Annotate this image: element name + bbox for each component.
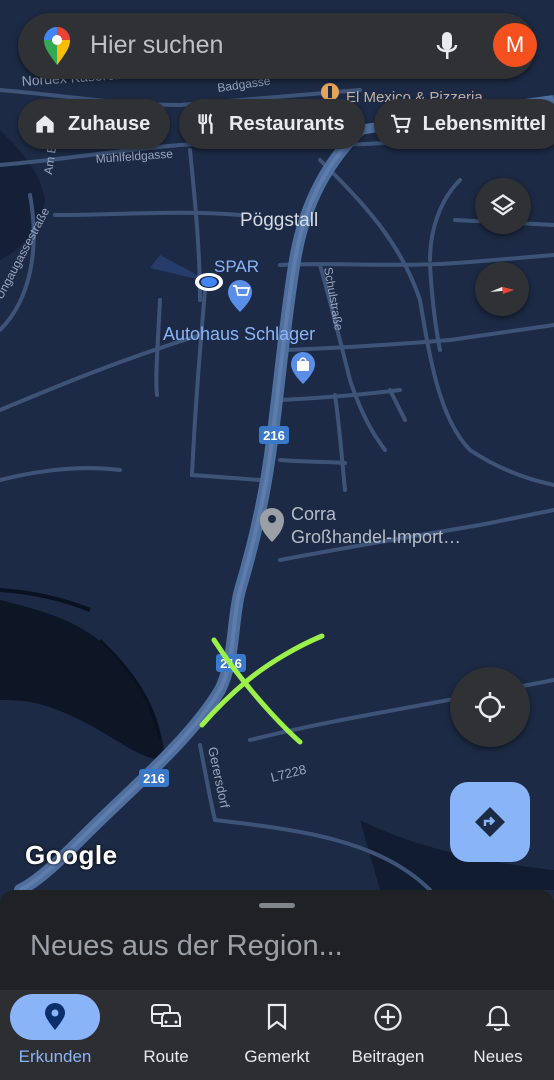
chip-lebensmittel[interactable]: Lebensmittel (374, 99, 554, 149)
layers-button[interactable] (475, 178, 531, 234)
chip-label: Zuhause (68, 112, 151, 135)
shopping-bag-pin-icon[interactable] (291, 352, 315, 384)
street-label-schulstrasse: Schulstraße (321, 266, 346, 332)
road-badge-216: 216 (139, 769, 169, 787)
home-icon (36, 115, 54, 133)
bell-icon (485, 1005, 511, 1031)
search-input[interactable]: Hier suchen (90, 31, 223, 60)
restaurant-icon (198, 113, 213, 134)
microphone-icon[interactable] (432, 29, 462, 63)
google-maps-logo-icon (44, 27, 70, 65)
place-label-corra-line1: Corra (291, 504, 337, 524)
chip-label: Lebensmittel (422, 112, 546, 135)
street-label-l7228: L7228 (269, 762, 308, 785)
chip-label: Restaurants (229, 112, 345, 135)
directions-button[interactable] (450, 782, 530, 862)
nav-beitragen[interactable]: Beitragen (333, 990, 443, 1080)
sheet-title: Neues aus der Region... (30, 930, 343, 962)
nav-label: Neues (473, 1047, 523, 1066)
place-label-corra[interactable]: Corra Großhandel-Import… (291, 503, 461, 549)
svg-text:216: 216 (263, 428, 285, 443)
google-attribution: Google (25, 840, 118, 870)
nav-label: Erkunden (18, 1047, 92, 1066)
chip-restaurants[interactable]: Restaurants (179, 99, 365, 149)
nav-label: Route (143, 1047, 189, 1066)
nav-label: Gemerkt (244, 1047, 310, 1066)
svg-text:216: 216 (143, 771, 165, 786)
place-label-corra-line2: Großhandel-Import… (291, 527, 462, 547)
crosshair-icon (475, 692, 505, 722)
layers-icon (490, 194, 516, 216)
nav-route[interactable]: Route (111, 990, 221, 1080)
nav-gemerkt[interactable]: Gemerkt (222, 990, 332, 1080)
place-label-spar[interactable]: SPAR (214, 257, 259, 277)
my-location-icon (150, 255, 223, 291)
street-label-muehlfeldgasse: Mühlfeldgasse (95, 147, 173, 166)
commute-icon (151, 1004, 181, 1027)
bottom-navigation: Erkunden Route Gemerkt Beitragen Neues (0, 990, 554, 1080)
place-label-autohaus[interactable]: Autohaus Schlager (163, 324, 315, 345)
nav-label: Beitragen (351, 1047, 425, 1066)
compass-icon (490, 287, 514, 294)
place-label-town: Pöggstall (240, 210, 319, 231)
bookmark-icon (267, 1003, 287, 1031)
nav-erkunden[interactable]: Erkunden (0, 990, 110, 1080)
nav-neues[interactable]: Neues (443, 990, 553, 1080)
add-circle-icon (374, 1003, 402, 1031)
chip-zuhause[interactable]: Zuhause (18, 99, 170, 149)
my-location-button[interactable] (450, 667, 530, 747)
sheet-drag-handle[interactable] (259, 903, 295, 908)
shopping-cart-pin-icon[interactable] (228, 280, 252, 312)
account-avatar[interactable]: M (493, 23, 537, 67)
cart-icon (391, 114, 411, 134)
search-bar[interactable]: Hier suchen M (18, 13, 537, 79)
road-badge-216: 216 (259, 426, 289, 444)
directions-icon (475, 807, 505, 837)
place-pin-icon[interactable] (260, 508, 284, 542)
compass-button[interactable] (475, 262, 529, 316)
river (0, 600, 165, 760)
bottom-sheet[interactable]: Neues aus der Region... (0, 890, 554, 990)
location-pin-icon (45, 1003, 65, 1030)
